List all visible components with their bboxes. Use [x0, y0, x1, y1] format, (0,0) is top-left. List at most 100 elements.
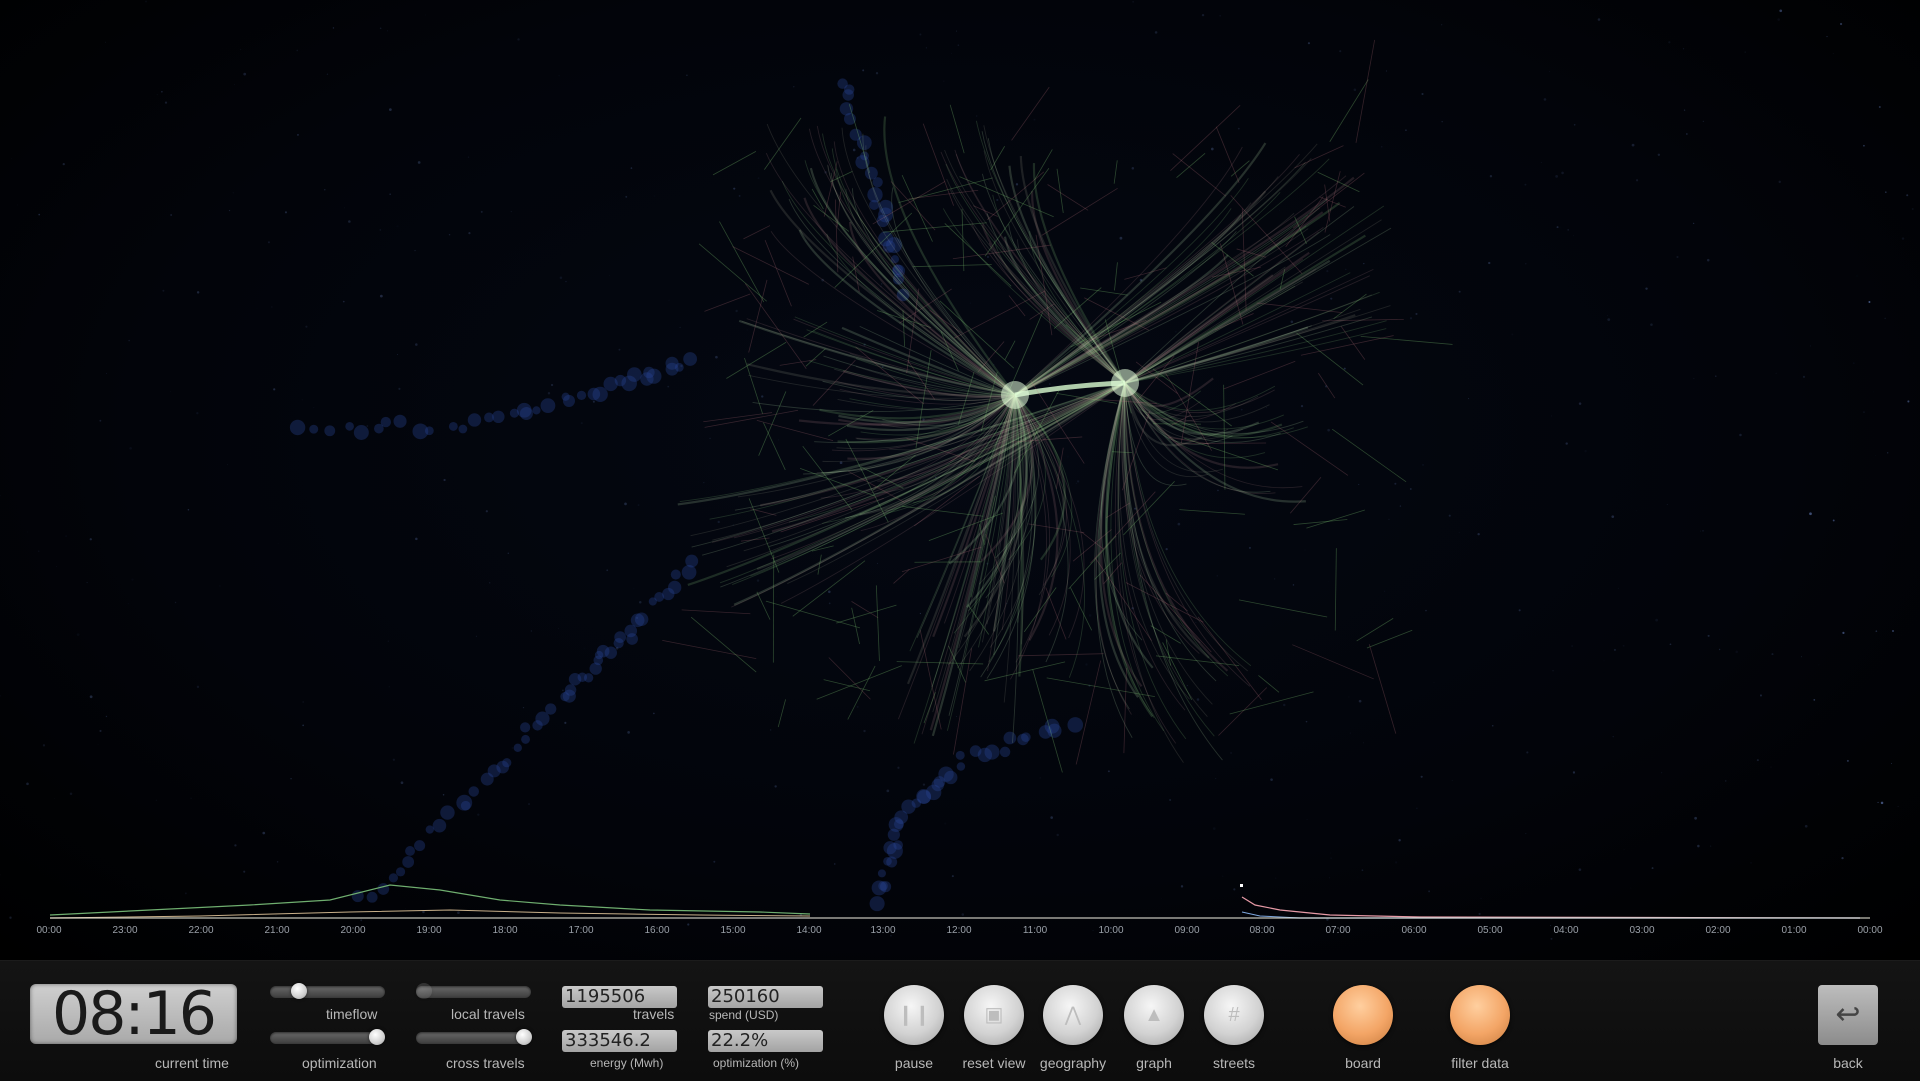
- background-dot: [1703, 121, 1704, 122]
- background-dot: [1879, 106, 1881, 108]
- background-dot: [834, 863, 836, 865]
- trail-dot: [605, 647, 617, 659]
- streets-button[interactable]: #: [1204, 985, 1264, 1045]
- cross-travels-slider-knob[interactable]: [516, 1029, 532, 1045]
- scatter-line: [1018, 654, 1103, 656]
- trail-dot: [1021, 732, 1031, 742]
- scatter-line: [719, 222, 763, 303]
- background-dot: [388, 641, 389, 642]
- background-dot: [1614, 649, 1616, 651]
- background-dot: [1187, 685, 1188, 686]
- background-dot: [1405, 129, 1407, 131]
- background-dot: [1541, 162, 1542, 163]
- optimization-slider-knob[interactable]: [369, 1029, 385, 1045]
- trail-dot: [956, 751, 965, 760]
- background-dot: [1686, 133, 1688, 135]
- trail-dot: [381, 417, 391, 427]
- background-dot: [709, 299, 710, 300]
- background-dot: [360, 919, 362, 921]
- background-dot: [1707, 259, 1710, 262]
- background-dot: [422, 911, 425, 914]
- background-dot: [1525, 263, 1526, 264]
- graph-button[interactable]: ▲: [1124, 985, 1184, 1045]
- timeflow-slider-knob[interactable]: [291, 983, 307, 999]
- background-dot: [415, 538, 418, 541]
- scatter-line: [778, 699, 785, 727]
- trail-dot: [563, 395, 575, 407]
- streets-label: streets: [1213, 1055, 1255, 1071]
- background-dot: [639, 601, 642, 604]
- trail-dot: [354, 425, 369, 440]
- flow-line: [1118, 383, 1185, 710]
- background-dot: [389, 108, 392, 111]
- optimization-slider[interactable]: [270, 1032, 385, 1044]
- background-dot: [1071, 564, 1072, 565]
- background-dot: [425, 15, 426, 16]
- map-visualization[interactable]: [0, 0, 1920, 960]
- filter-data-button[interactable]: [1450, 985, 1510, 1045]
- trail-dot: [468, 786, 479, 797]
- background-dot: [1394, 322, 1396, 324]
- scatter-line: [1297, 333, 1364, 385]
- local-travels-label: local travels: [451, 1006, 525, 1022]
- time-tick-label: 01:00: [1781, 925, 1806, 936]
- background-dot: [1268, 97, 1269, 98]
- background-dot: [508, 553, 510, 555]
- background-dot: [1213, 827, 1216, 830]
- local-travels-slider[interactable]: [416, 986, 531, 998]
- background-dot: [564, 722, 566, 724]
- background-dot: [209, 147, 210, 148]
- background-dot: [1459, 291, 1461, 293]
- background-dot: [1279, 210, 1280, 211]
- board-button[interactable]: [1333, 985, 1393, 1045]
- trail-dot: [440, 805, 454, 819]
- background-dot: [128, 603, 130, 605]
- background-dot: [302, 399, 304, 401]
- background-dot: [1326, 918, 1329, 921]
- background-dot: [1557, 226, 1559, 228]
- trail-dot: [675, 363, 684, 372]
- background-dot: [1359, 700, 1362, 703]
- background-dot: [551, 384, 553, 386]
- spend-label: spend (USD): [709, 1008, 778, 1022]
- geography-button[interactable]: ⋀: [1043, 985, 1103, 1045]
- scatter-line: [923, 124, 953, 206]
- background-dot: [1386, 70, 1387, 71]
- time-tick-label: 18:00: [492, 925, 517, 936]
- background-dot: [1422, 464, 1424, 466]
- background-dot: [128, 340, 130, 342]
- cross-travels-label: cross travels: [446, 1055, 525, 1071]
- background-dot: [302, 725, 304, 727]
- background-dot: [774, 785, 776, 787]
- reset-view-button[interactable]: ▣: [964, 985, 1024, 1045]
- energy-readout: 333546.2: [562, 1030, 677, 1052]
- background-dot: [1049, 383, 1051, 385]
- scatter-line: [764, 118, 801, 170]
- scatter-line: [705, 410, 798, 427]
- timeflow-slider[interactable]: [270, 986, 385, 998]
- background-dot: [1694, 817, 1697, 820]
- background-dot: [1868, 301, 1870, 303]
- background-dot: [1039, 777, 1041, 779]
- local-travels-slider-knob[interactable]: [416, 983, 432, 999]
- background-dot: [1488, 262, 1490, 264]
- background-dot: [511, 211, 512, 212]
- background-dot: [1603, 671, 1605, 673]
- background-dot: [415, 343, 418, 346]
- scatter-line: [817, 666, 902, 700]
- background-dot: [1209, 538, 1211, 540]
- background-dot: [548, 392, 550, 394]
- background-dot: [188, 509, 189, 510]
- pause-button[interactable]: ❙❙: [884, 985, 944, 1045]
- background-dot: [976, 116, 977, 117]
- background-dot: [1598, 18, 1601, 21]
- background-dot: [1693, 223, 1694, 224]
- scatter-line: [902, 175, 932, 241]
- background-dot: [457, 911, 460, 914]
- background-dot: [1603, 659, 1605, 661]
- back-button[interactable]: ↩: [1818, 985, 1878, 1045]
- background-dot: [246, 454, 248, 456]
- background-dot: [1434, 682, 1435, 683]
- background-dot: [161, 91, 163, 93]
- cross-travels-slider[interactable]: [416, 1032, 531, 1044]
